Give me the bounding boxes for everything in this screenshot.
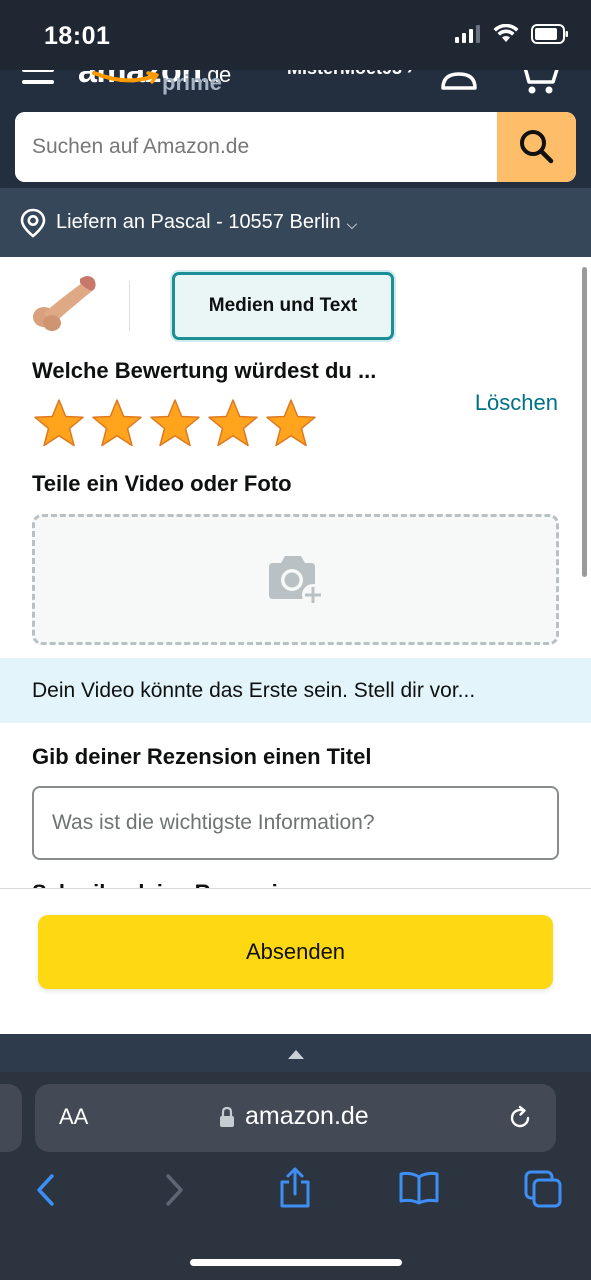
submit-button[interactable]: Absenden	[38, 915, 553, 989]
delivery-text: Liefern an Pascal - 10557 Berlin	[56, 211, 341, 233]
hamburger-menu-icon[interactable]	[22, 70, 54, 100]
header-row: amazon.de prime MisterMoet93 ›	[0, 70, 591, 100]
status-bar: 18:01	[0, 0, 591, 70]
lock-icon	[220, 1106, 234, 1127]
star-icon-2[interactable]	[90, 397, 144, 451]
amazon-smile-icon	[92, 71, 159, 84]
search-button[interactable]	[497, 112, 576, 182]
back-icon[interactable]	[34, 1172, 58, 1208]
media-and-text-button[interactable]: Medien und Text	[172, 272, 394, 340]
submit-area: Absenden	[0, 888, 591, 1034]
browser-toolbar	[0, 1167, 591, 1212]
cart-icon[interactable]	[515, 70, 561, 96]
logo-prime: prime	[162, 70, 222, 95]
star-icon-1[interactable]	[32, 397, 86, 451]
media-upload-area[interactable]	[32, 514, 559, 645]
star-icon-4[interactable]	[206, 397, 260, 451]
star-icon-3[interactable]	[148, 397, 202, 451]
review-title-input[interactable]	[32, 786, 559, 860]
caret-up-icon	[288, 1050, 304, 1059]
tabs-icon[interactable]	[524, 1170, 564, 1208]
thumbnail-divider	[129, 281, 130, 331]
reader-aa-button[interactable]: AA	[59, 1104, 88, 1130]
product-thumbnail	[33, 276, 96, 331]
video-info-banner: Dein Video könnte das Erste sein. Stell …	[0, 658, 591, 723]
search-bar	[15, 112, 576, 182]
search-icon	[519, 130, 553, 164]
share-icon[interactable]	[278, 1166, 312, 1210]
delivery-location-bar[interactable]: Liefern an Pascal - 10557 Berlin ⌵	[0, 188, 591, 257]
share-media-title: Teile ein Video oder Foto	[32, 471, 292, 496]
account-icon[interactable]	[440, 70, 478, 92]
review-form: Medien und Text Welche Bewertung würdest…	[0, 257, 591, 890]
amazon-header: amazon.de prime MisterMoet93 ›	[0, 70, 591, 188]
location-pin-icon	[20, 208, 46, 238]
chevron-down-icon: ⌵	[346, 216, 358, 232]
previous-tab-preview[interactable]	[0, 1084, 22, 1152]
star-icon-5[interactable]	[264, 397, 318, 451]
rating-question: Welche Bewertung würdest du ...	[32, 358, 377, 383]
wifi-icon	[493, 24, 519, 42]
scrollbar[interactable]	[582, 267, 587, 577]
address-bar[interactable]: AA amazon.de	[35, 1084, 556, 1152]
search-input[interactable]	[15, 112, 497, 182]
review-title-label: Gib deiner Rezension einen Titel	[32, 744, 372, 769]
status-time: 18:01	[44, 22, 111, 50]
cellular-signal-icon	[455, 25, 480, 43]
home-indicator	[190, 1259, 402, 1266]
forward-icon[interactable]	[162, 1172, 186, 1208]
delete-rating-link[interactable]: Löschen	[475, 390, 558, 416]
safari-browser-chrome: AA amazon.de	[0, 1034, 591, 1280]
add-photo-camera-icon	[269, 556, 324, 606]
bookmarks-icon[interactable]	[398, 1170, 440, 1206]
reload-icon[interactable]	[506, 1104, 534, 1132]
account-link[interactable]: MisterMoet93 ›	[287, 70, 413, 79]
status-icons	[455, 24, 569, 44]
url-text[interactable]: amazon.de	[245, 1102, 369, 1131]
star-rating	[32, 397, 318, 451]
collapsed-toolbar-handle[interactable]	[0, 1034, 591, 1072]
battery-icon	[531, 24, 568, 44]
